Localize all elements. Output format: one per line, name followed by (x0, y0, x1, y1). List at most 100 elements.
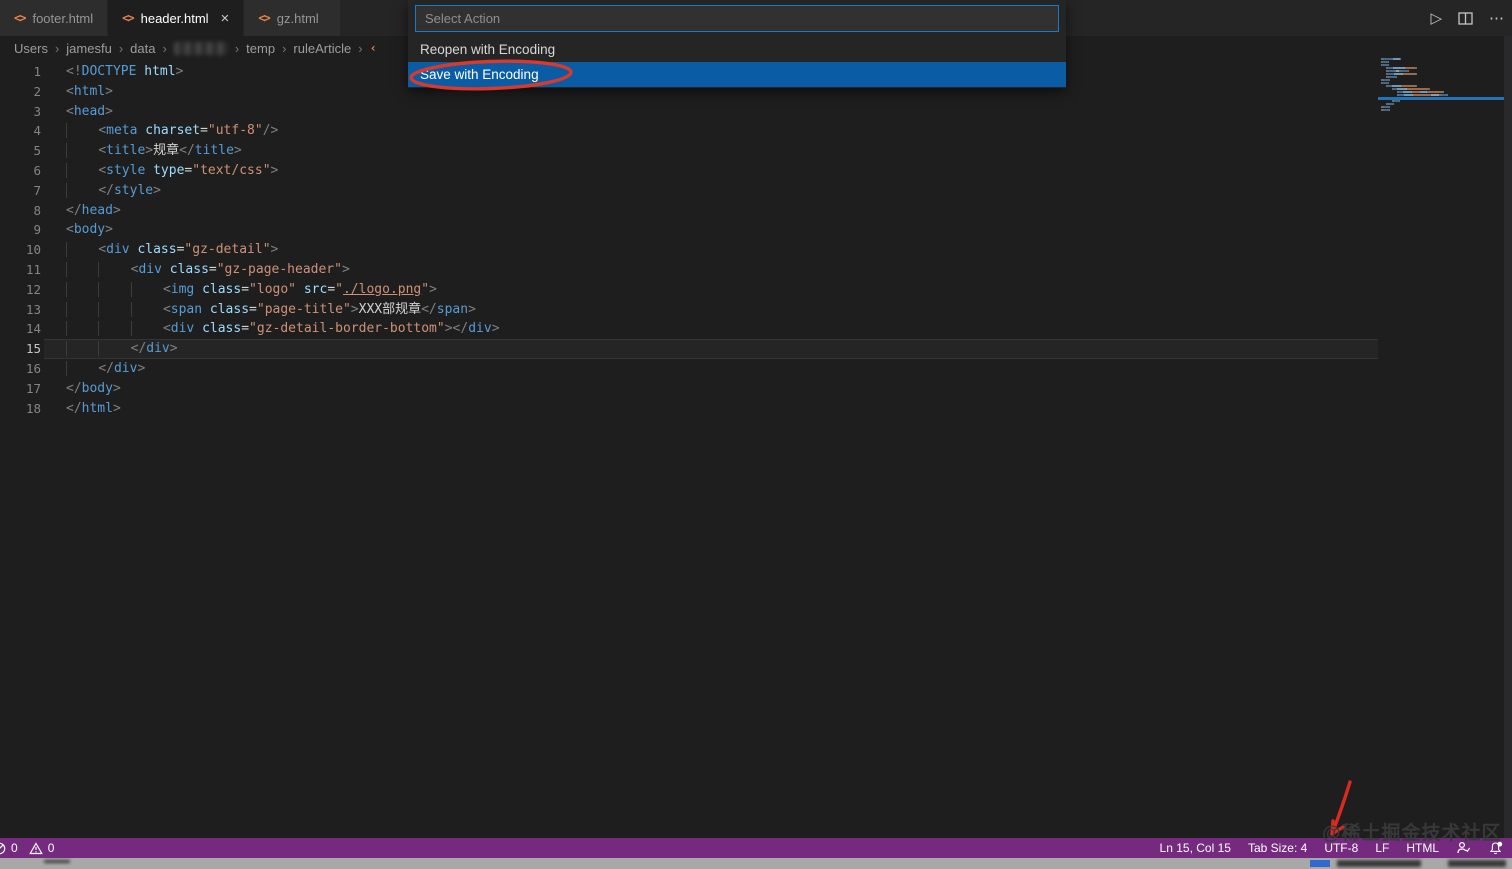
minimap-segment (1405, 67, 1414, 69)
line-number[interactable]: 3 (0, 102, 41, 122)
line-number[interactable]: 18 (0, 399, 41, 419)
line-content: <body> (41, 220, 113, 240)
line-content: <div class="gz-detail"> (41, 240, 278, 260)
line-content: </style> (41, 181, 161, 201)
line-number[interactable]: 9 (0, 220, 41, 240)
line-number[interactable]: 5 (0, 141, 41, 161)
status-item-html[interactable]: HTML (1406, 841, 1439, 855)
code-line[interactable]: 6 <style type="text/css"> (0, 161, 1380, 181)
minimap-segment (1381, 91, 1397, 93)
warnings-icon (29, 842, 43, 855)
minimap-segment (1394, 73, 1401, 75)
line-number[interactable]: 1 (0, 62, 41, 82)
scrollbar[interactable] (1504, 36, 1512, 838)
line-number[interactable]: 17 (0, 379, 41, 399)
code-line[interactable]: 12 <img class="logo" src="./logo.png"> (0, 280, 1380, 300)
notifications-bell-icon[interactable] (1488, 841, 1503, 856)
code-token: charset (137, 123, 200, 138)
code-token: > (176, 64, 184, 79)
code-token: img (171, 282, 194, 297)
feedback-icon[interactable] (1456, 841, 1471, 855)
line-number[interactable]: 16 (0, 359, 41, 379)
code-line[interactable]: 8</head> (0, 201, 1380, 221)
more-actions-icon[interactable]: ⋯ (1489, 9, 1504, 27)
quick-pick-item-reopen-with-encoding[interactable]: Reopen with Encoding (408, 37, 1066, 62)
line-number[interactable]: 10 (0, 240, 41, 260)
line-number[interactable]: 12 (0, 280, 41, 300)
code-token: </ (66, 381, 82, 396)
problems-status[interactable]: 0 0 (0, 841, 54, 855)
code-line[interactable]: 9<body> (0, 220, 1380, 240)
code-line[interactable]: 3<head> (0, 102, 1380, 122)
breadcrumb-item[interactable]: data (130, 41, 155, 56)
code-token: <! (66, 64, 82, 79)
breadcrumb-separator: › (235, 41, 239, 56)
minimap-segment (1384, 58, 1393, 60)
run-icon[interactable]: ▷ (1430, 9, 1442, 27)
indent-guide (66, 341, 98, 356)
code-line[interactable]: 11 <div class="gz-page-header"> (0, 260, 1380, 280)
breadcrumb-item[interactable]: ruleArticle (293, 41, 351, 56)
code-token: > (113, 203, 121, 218)
breadcrumb-separator: › (358, 41, 362, 56)
breadcrumb-item[interactable]: Users (14, 41, 48, 56)
breadcrumb-separator: › (282, 41, 286, 56)
code-line[interactable]: 15 </div> (0, 339, 1380, 359)
code-line[interactable]: 17</body> (0, 379, 1380, 399)
line-number[interactable]: 7 (0, 181, 41, 201)
code-line[interactable]: 18</html> (0, 399, 1380, 419)
minimap[interactable] (1381, 58, 1507, 112)
indent-guide (131, 321, 163, 336)
code-line[interactable]: 13 <span class="page-title">XXX部规章</span… (0, 300, 1380, 320)
code-line[interactable]: 16 </div> (0, 359, 1380, 379)
status-item-utf-8[interactable]: UTF-8 (1324, 841, 1358, 855)
minimap-segment (1389, 79, 1390, 81)
code-line[interactable]: 10 <div class="gz-detail"> (0, 240, 1380, 260)
status-item-ln-15-col-15[interactable]: Ln 15, Col 15 (1160, 841, 1231, 855)
desktop-strip (0, 858, 1512, 869)
code-token: "gz-page-header" (217, 262, 342, 277)
breadcrumb-item[interactable]: temp (246, 41, 275, 56)
status-item-tab-size-4[interactable]: Tab Size: 4 (1248, 841, 1307, 855)
file-code-icon: ‹ (370, 41, 377, 55)
line-number[interactable]: 4 (0, 121, 41, 141)
code-token: > (113, 401, 121, 416)
minimap-line (1381, 94, 1507, 96)
code-token: > (113, 381, 121, 396)
code-line[interactable]: 5 <title>规章</title> (0, 141, 1380, 161)
line-number[interactable]: 11 (0, 260, 41, 280)
line-content: <html> (41, 82, 113, 102)
line-number[interactable]: 2 (0, 82, 41, 102)
minimap-segment (1428, 88, 1429, 90)
line-number[interactable]: 15 (0, 339, 41, 359)
code-token: > (468, 302, 476, 317)
tab-header.html[interactable]: <>header.html× (108, 0, 243, 36)
breadcrumb-item-blurred[interactable] (174, 42, 228, 55)
code-token: < (98, 143, 106, 158)
quick-pick-input[interactable] (415, 5, 1059, 32)
indent-guide (66, 361, 98, 376)
line-content: <img class="logo" src="./logo.png"> (41, 280, 437, 300)
code-editor[interactable]: 1<!DOCTYPE html>2<html>3<head>4 <meta ch… (0, 60, 1380, 418)
line-content: <style type="text/css"> (41, 161, 278, 181)
quick-pick-item-save-with-encoding[interactable]: Save with Encoding (408, 62, 1066, 87)
tab-footer.html[interactable]: <>footer.html (0, 0, 107, 36)
code-token: "text/css" (192, 163, 270, 178)
line-number[interactable]: 13 (0, 300, 41, 320)
code-token: </ (66, 203, 82, 218)
line-number[interactable]: 6 (0, 161, 41, 181)
code-line[interactable]: 4 <meta charset="utf-8"/> (0, 121, 1380, 141)
line-number[interactable]: 8 (0, 201, 41, 221)
code-line[interactable]: 7 </style> (0, 181, 1380, 201)
split-editor-icon[interactable] (1458, 11, 1473, 26)
close-icon[interactable]: × (221, 11, 230, 26)
line-number[interactable]: 14 (0, 319, 41, 339)
code-line[interactable]: 14 <div class="gz-detail-border-bottom">… (0, 319, 1380, 339)
indent-guide (66, 143, 98, 158)
breadcrumb-item[interactable]: jamesfu (66, 41, 112, 56)
indent-guide (66, 183, 98, 198)
line-content: </div> (41, 339, 178, 359)
code-token: " (421, 282, 429, 297)
tab-gz.html[interactable]: <>gz.html (244, 0, 340, 36)
status-item-lf[interactable]: LF (1375, 841, 1389, 855)
